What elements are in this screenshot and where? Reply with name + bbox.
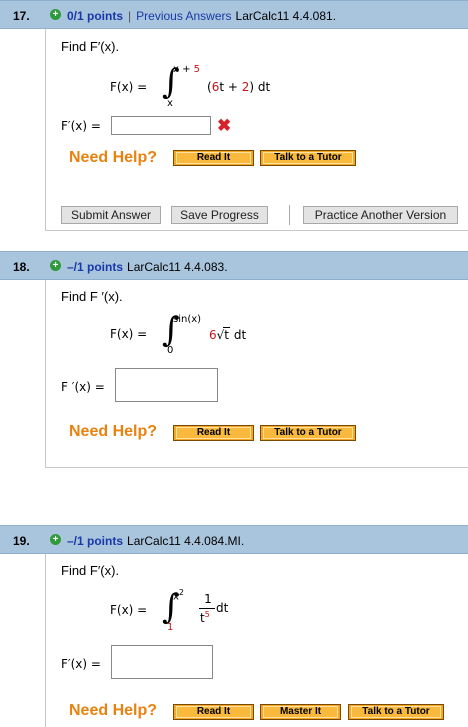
previous-answers-link[interactable]: Previous Answers bbox=[136, 9, 231, 23]
read-it-label: Read It bbox=[196, 427, 231, 438]
x-mark-icon: ✖ bbox=[217, 116, 232, 135]
talk-to-tutor-label: Talk to a Tutor bbox=[274, 427, 342, 438]
question-header-17: 17. + 0/1 points | Previous Answers LarCalc… bbox=[0, 0, 468, 29]
upper-exp: 2 bbox=[178, 588, 185, 597]
talk-to-tutor-button[interactable]: Talk to a Tutor bbox=[260, 425, 356, 441]
upper-limit: x + 5 bbox=[173, 64, 200, 75]
talk-to-tutor-label: Talk to a Tutor bbox=[274, 152, 342, 163]
need-help-label: Need Help? bbox=[69, 423, 158, 440]
talk-to-tutor-button[interactable]: Talk to a Tutor bbox=[348, 704, 444, 720]
question-prompt: Find F′(x). bbox=[61, 39, 120, 54]
question-body-19: Find F′(x). F(x) = ∫ x2 1 1 t5 dt F′(x) … bbox=[45, 554, 468, 727]
lower-limit: 0 bbox=[167, 345, 174, 356]
upper-limit: x2 bbox=[173, 588, 184, 602]
question-points: 0/1 points | Previous Answers LarCalc11 4.4… bbox=[67, 9, 336, 23]
paren-close: ) bbox=[249, 80, 255, 94]
denom-exp: 5 bbox=[204, 610, 210, 619]
question-number: 18. bbox=[13, 260, 30, 274]
denominator: t5 bbox=[200, 610, 210, 625]
need-help-label: Need Help? bbox=[69, 702, 158, 719]
question-points: –/1 points LarCalc11 4.4.083. bbox=[67, 260, 228, 274]
master-it-button[interactable]: Master It bbox=[260, 704, 341, 720]
lower-limit: 1 bbox=[167, 622, 174, 633]
question-header-19: 19. + –/1 points LarCalc11 4.4.084.MI. bbox=[0, 525, 468, 554]
question-body-18: Find F ′(x). F(x) = ∫ sin(x) 0 6√t dt F … bbox=[45, 280, 468, 468]
question-number: 17. bbox=[13, 9, 30, 23]
integrand: (6t + 2) dt bbox=[207, 80, 270, 94]
integrand-mid: t + bbox=[219, 80, 242, 94]
read-it-button[interactable]: Read It bbox=[173, 150, 254, 166]
question-body-17: Find F′(x). F(x) = ∫ x + 5 x (6t + 2) dt… bbox=[45, 29, 468, 231]
save-progress-button[interactable]: Save Progress bbox=[171, 206, 268, 224]
points-label: –/1 points bbox=[67, 260, 124, 274]
lower-limit: x bbox=[167, 98, 173, 109]
talk-to-tutor-button[interactable]: Talk to a Tutor bbox=[260, 150, 356, 166]
question-source: LarCalc11 4.4.083. bbox=[127, 260, 228, 274]
coef-6: 6 bbox=[209, 328, 217, 342]
separator: | bbox=[128, 9, 132, 23]
question-source: LarCalc11 4.4.084.MI. bbox=[127, 534, 245, 548]
function-lhs: F(x) = bbox=[110, 327, 148, 341]
question-points: –/1 points LarCalc11 4.4.084.MI. bbox=[67, 534, 244, 548]
answer-label: F′(x) = bbox=[61, 119, 101, 133]
practice-another-version-button[interactable]: Practice Another Version bbox=[303, 206, 458, 224]
numerator: 1 bbox=[204, 592, 212, 606]
fraction-bar bbox=[199, 608, 215, 609]
question-number: 19. bbox=[13, 534, 30, 548]
function-lhs: F(x) = bbox=[110, 603, 148, 617]
question-prompt: Find F ′(x). bbox=[61, 289, 123, 304]
answer-input[interactable] bbox=[111, 645, 213, 679]
radicand: t bbox=[223, 327, 231, 342]
read-it-label: Read It bbox=[196, 706, 231, 717]
expand-plus-icon[interactable]: + bbox=[50, 260, 61, 271]
expand-plus-icon[interactable]: + bbox=[50, 9, 61, 20]
question-source: LarCalc11 4.4.081. bbox=[235, 9, 337, 23]
points-label: 0/1 points bbox=[67, 9, 124, 23]
points-label: –/1 points bbox=[67, 534, 124, 548]
question-header-18: 18. + –/1 points LarCalc11 4.4.083. bbox=[0, 251, 468, 280]
talk-to-tutor-label: Talk to a Tutor bbox=[362, 706, 430, 717]
upper-limit-num: 5 bbox=[193, 64, 201, 75]
dt: dt bbox=[216, 601, 229, 615]
upper-limit-var: x + bbox=[173, 64, 194, 75]
expand-plus-icon[interactable]: + bbox=[50, 534, 61, 545]
question-prompt: Find F′(x). bbox=[61, 563, 120, 578]
dt: dt bbox=[257, 80, 271, 94]
read-it-button[interactable]: Read It bbox=[173, 425, 254, 441]
submit-answer-button[interactable]: Submit Answer bbox=[61, 206, 161, 224]
need-help-label: Need Help? bbox=[69, 149, 158, 166]
answer-label: F′(x) = bbox=[61, 657, 101, 671]
upper-limit: sin(x) bbox=[173, 314, 202, 325]
button-divider bbox=[289, 205, 290, 225]
dt: dt bbox=[233, 328, 247, 342]
answer-input[interactable] bbox=[115, 368, 218, 402]
read-it-label: Read It bbox=[196, 152, 231, 163]
answer-input[interactable] bbox=[111, 116, 211, 135]
integrand: 6√t dt bbox=[209, 327, 246, 342]
answer-label: F ′(x) = bbox=[61, 380, 105, 394]
master-it-label: Master It bbox=[279, 706, 322, 717]
function-lhs: F(x) = bbox=[110, 80, 148, 94]
read-it-button[interactable]: Read It bbox=[173, 704, 254, 720]
